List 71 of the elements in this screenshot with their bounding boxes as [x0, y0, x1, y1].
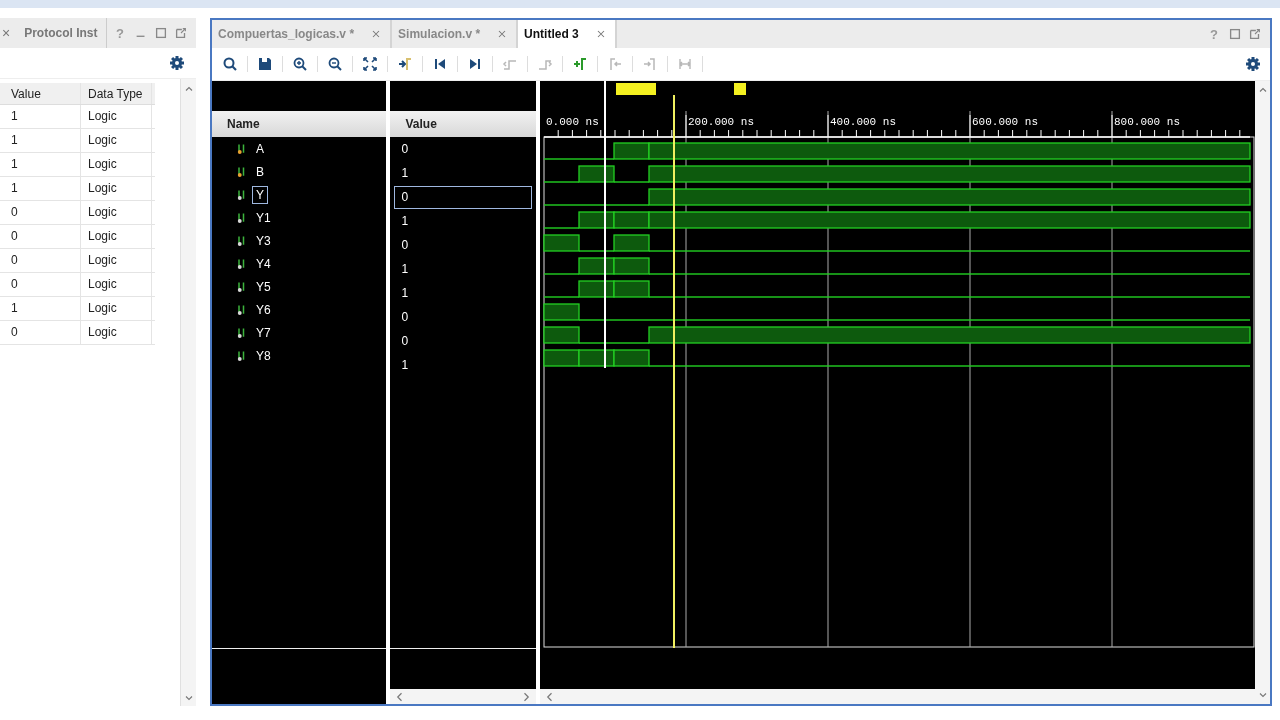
settings-icon[interactable]: [1245, 56, 1261, 72]
table-cell: Logic: [81, 225, 152, 248]
save-icon[interactable]: [257, 56, 273, 72]
time-label: 600.000 ns: [972, 116, 1039, 128]
table-cell: 0: [0, 201, 81, 224]
column-header[interactable]: Name: [212, 111, 387, 137]
signal-name[interactable]: Y6: [252, 300, 275, 319]
table-cell: 1: [0, 105, 81, 128]
signal-name[interactable]: Y: [252, 185, 268, 204]
signal-name[interactable]: Y8: [252, 346, 275, 365]
table-cell: 0: [0, 321, 81, 344]
cursor-line[interactable]: [604, 81, 607, 368]
signal-value[interactable]: 1: [394, 354, 533, 377]
table-cell: Logic: [81, 249, 152, 272]
signal-name[interactable]: A: [252, 139, 268, 158]
search-icon[interactable]: [222, 56, 238, 72]
float-icon[interactable]: [1248, 27, 1262, 41]
table-cell: Logic: [81, 105, 152, 128]
marker-flag[interactable]: [616, 83, 657, 95]
marker-line[interactable]: [673, 95, 676, 648]
go-to-end-icon[interactable]: [467, 56, 483, 72]
float-icon[interactable]: [174, 26, 188, 40]
table-cell: Logic: [81, 153, 152, 176]
zoom-in-icon[interactable]: [292, 56, 308, 72]
time-label: 0.000 ns: [546, 116, 599, 128]
signal-name[interactable]: B: [252, 162, 268, 181]
table-cell: 1: [0, 177, 81, 200]
go-to-start-icon[interactable]: [432, 56, 448, 72]
signal-value[interactable]: 0: [394, 186, 533, 209]
table-cell: 0: [0, 273, 81, 296]
signal-value[interactable]: 1: [394, 282, 533, 305]
table-cell: 1: [0, 297, 81, 320]
maximize-icon[interactable]: [1228, 27, 1242, 41]
signal-value[interactable]: 1: [394, 162, 533, 185]
file-tab[interactable]: Untitled 3: [518, 20, 617, 48]
signal-name[interactable]: Y4: [252, 254, 275, 273]
time-label: 800.000 ns: [1114, 116, 1181, 128]
column-header[interactable]: Value: [0, 83, 81, 104]
marker-flag[interactable]: [734, 83, 747, 95]
maximize-icon[interactable]: [154, 26, 168, 40]
table-cell: 1: [0, 153, 81, 176]
close-button[interactable]: ×: [0, 25, 15, 41]
panel-tab[interactable]: Protocol Inst: [14, 18, 107, 48]
arrow-to-cursor-icon[interactable]: [397, 56, 413, 72]
zoom-out-icon[interactable]: [327, 56, 343, 72]
table-cell: 1: [0, 129, 81, 152]
settings-icon[interactable]: [169, 55, 185, 71]
table-cell: 0: [0, 225, 81, 248]
signal-name[interactable]: Y5: [252, 277, 275, 296]
signal-name[interactable]: Y7: [252, 323, 275, 342]
signal-value[interactable]: 1: [394, 258, 533, 281]
table-cell: Logic: [81, 297, 152, 320]
signal-name[interactable]: Y3: [252, 231, 275, 250]
expand-icon[interactable]: [362, 56, 378, 72]
time-label: 400.000 ns: [830, 116, 897, 128]
table-cell: Logic: [81, 177, 152, 200]
column-header[interactable]: Data Type: [81, 83, 152, 104]
time-label: 200.000 ns: [688, 116, 755, 128]
signal-value[interactable]: 0: [394, 234, 533, 257]
signal-value[interactable]: 0: [394, 306, 533, 329]
signal-name[interactable]: Y1: [252, 208, 275, 227]
table-cell: Logic: [81, 201, 152, 224]
signal-value[interactable]: 0: [394, 138, 533, 161]
table-cell: Logic: [81, 273, 152, 296]
signal-value[interactable]: 1: [394, 210, 533, 233]
column-header[interactable]: Value: [390, 111, 537, 137]
table-cell: 0: [0, 249, 81, 272]
table-cell: Logic: [81, 321, 152, 344]
add-marker-icon[interactable]: [572, 56, 588, 72]
table-cell: Logic: [81, 129, 152, 152]
signal-value[interactable]: 0: [394, 330, 533, 353]
